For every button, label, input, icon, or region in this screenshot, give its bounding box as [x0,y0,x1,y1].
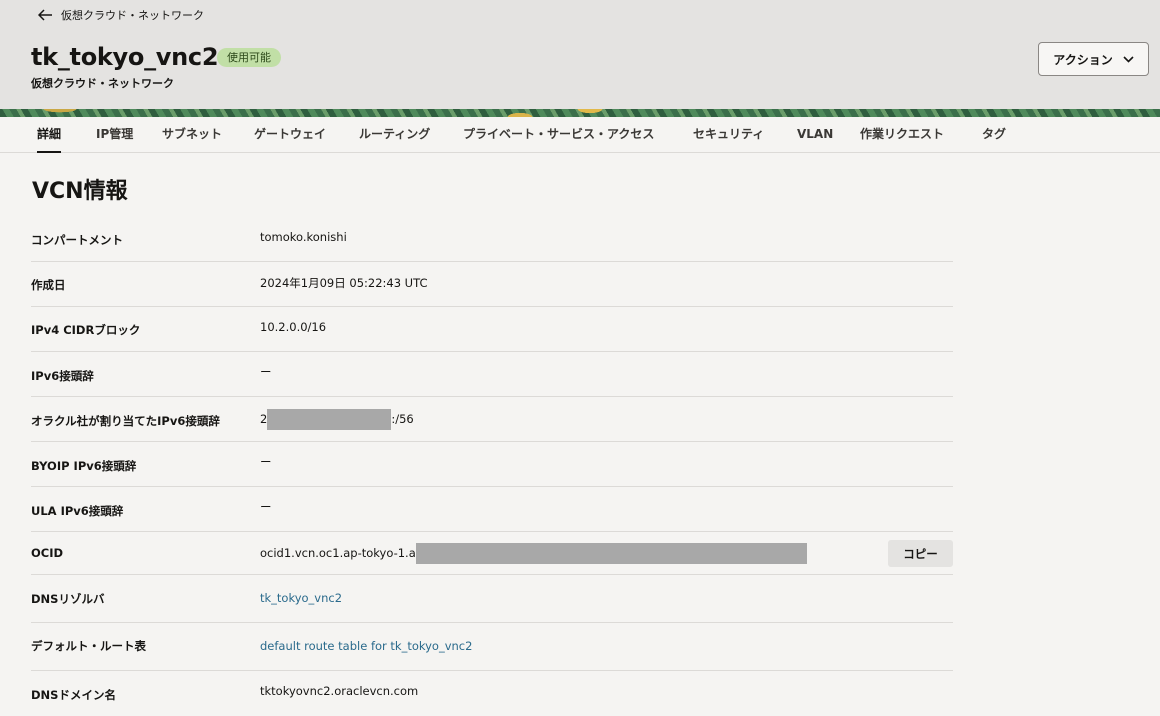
copy-ocid-button[interactable]: コピー [888,540,953,567]
info-row-ocid: OCID ocid1.vcn.oc1.ap-tokyo-1.a コピー [31,532,953,575]
actions-button[interactable]: アクション [1038,42,1149,76]
info-row-created: 作成日 2024年1月09日 05:22:43 UTC [31,262,953,307]
decorative-banner [0,109,1160,117]
tab-details[interactable]: 詳細 [37,117,62,153]
info-row-byoip-ipv6: BYOIP IPv6接頭辞 ー [31,442,953,487]
tab-routing[interactable]: ルーティング [359,117,430,153]
tab-private-service-access[interactable]: プライベート・サービス・アクセス [463,117,654,153]
info-value: tktokyovnc2.oraclevcn.com [260,684,419,698]
info-label: DNSドメイン名 [31,688,116,702]
info-label: コンパートメント [31,233,123,247]
tab-tags[interactable]: タグ [982,117,1006,153]
info-row-oracle-ipv6: オラクル社が割り当てたIPv6接頭辞 2 :/56 [31,397,953,442]
page-title: tk_tokyo_vnc2 [31,43,219,71]
dns-resolver-link[interactable]: tk_tokyo_vnc2 [260,591,342,605]
section-title: VCN情報 [32,179,128,204]
info-label: 作成日 [31,278,66,292]
info-label: BYOIP IPv6接頭辞 [31,459,137,473]
info-value: ー [260,365,272,379]
info-label: ULA IPv6接頭辞 [31,504,124,518]
page-header: 仮想クラウド・ネットワーク tk_tokyo_vnc2 使用可能 仮想クラウド・… [0,0,1160,109]
info-value: ocid1.vcn.oc1.ap-tokyo-1.a [260,543,807,564]
back-link-label: 仮想クラウド・ネットワーク [61,9,204,22]
info-row-dns-domain: DNSドメイン名 tktokyovnc2.oraclevcn.com [31,671,953,716]
status-badge: 使用可能 [217,48,281,67]
page-subtitle: 仮想クラウド・ネットワーク [31,77,174,90]
default-route-link[interactable]: default route table for tk_tokyo_vnc2 [260,639,472,653]
tab-subnets[interactable]: サブネット [162,117,222,153]
info-label: オラクル社が割り当てたIPv6接頭辞 [31,414,220,428]
info-value: 2 :/56 [260,409,414,430]
info-row-dns-resolver: DNSリゾルバ tk_tokyo_vnc2 [31,575,953,623]
info-label: IPv6接頭辞 [31,369,94,383]
info-value: 10.2.0.0/16 [260,320,327,334]
info-value: ー [260,455,272,469]
ipv6-prefix-end: :/56 [391,412,414,426]
tab-security[interactable]: セキュリティ [693,117,764,153]
ocid-start: ocid1.vcn.oc1.ap-tokyo-1.a [260,546,416,560]
redacted-block [267,409,392,430]
info-row-ula-ipv6: ULA IPv6接頭辞 ー [31,487,953,532]
info-label: デフォルト・ルート表 [31,639,146,653]
info-row-ipv6-prefix: IPv6接頭辞 ー [31,352,953,397]
info-label: OCID [31,546,64,560]
arrow-left-icon [38,9,52,21]
info-label: DNSリゾルバ [31,592,105,606]
info-label: IPv4 CIDRブロック [31,323,141,337]
tab-bar: 詳細 IP管理 サブネット ゲートウェイ ルーティング プライベート・サービス・… [0,117,1160,153]
tab-ip-management[interactable]: IP管理 [96,117,133,153]
info-value: ー [260,500,272,514]
info-row-compartment: コンパートメント tomoko.konishi [31,217,953,262]
ipv6-prefix-start: 2 [260,412,268,426]
info-value: 2024年1月09日 05:22:43 UTC [260,276,428,290]
chevron-down-icon [1123,55,1134,63]
back-link[interactable]: 仮想クラウド・ネットワーク [38,7,204,23]
tab-vlan[interactable]: VLAN [797,117,833,153]
info-value: tomoko.konishi [260,230,347,244]
tab-gateways[interactable]: ゲートウェイ [254,117,326,153]
tab-work-requests[interactable]: 作業リクエスト [860,117,944,153]
redacted-block [415,543,807,564]
info-row-default-route: デフォルト・ルート表 default route table for tk_to… [31,623,953,671]
actions-button-label: アクション [1053,52,1113,67]
info-row-ipv4-cidr: IPv4 CIDRブロック 10.2.0.0/16 [31,307,953,352]
